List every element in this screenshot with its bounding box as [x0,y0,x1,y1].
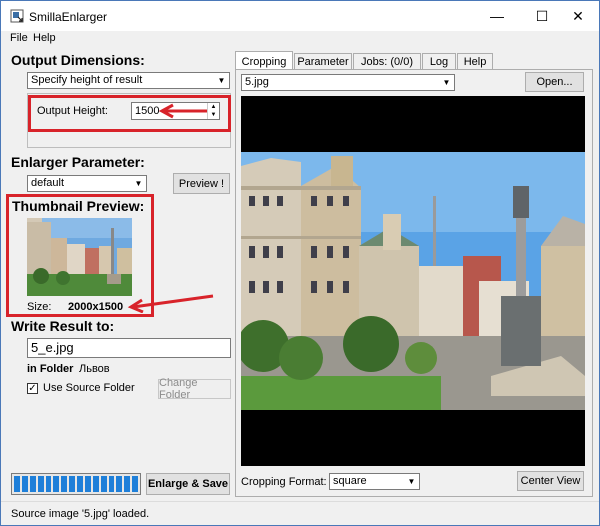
progress-bar [11,473,141,495]
in-folder-label: in Folder [27,363,74,375]
output-mode-value: Specify height of result [31,74,143,86]
tab-parameter[interactable]: Parameter [294,53,352,70]
chevron-down-icon: ▼ [407,477,416,486]
tab-log[interactable]: Log [422,53,456,70]
change-folder-button[interactable]: Change Folder [158,377,231,401]
write-result-title: Write Result to: [11,318,115,334]
chevron-down-icon: ▼ [134,179,143,188]
red-arrow-icon [127,294,214,313]
output-dimensions-title: Output Dimensions: [11,52,145,68]
enlarger-preset-select[interactable]: default ▼ [27,175,147,192]
cropping-format-label: Cropping Format: [241,476,327,488]
use-source-folder-label: Use Source Folder [43,382,135,394]
thumbnail-size-value: 2000x1500 [68,301,124,313]
cropping-format-value: square [333,475,367,487]
tab-help[interactable]: Help [457,53,493,70]
close-button[interactable]: ✕ [556,1,600,31]
output-filename-field[interactable]: 5_e.jpg [27,338,231,358]
use-source-folder-checkbox[interactable]: ✓ [27,383,38,394]
output-mode-select[interactable]: Specify height of result ▼ [27,72,230,89]
output-height-value: 1500 [135,105,160,117]
tab-jobs[interactable]: Jobs: (0/0) [353,53,421,70]
chevron-down-icon: ▼ [442,78,451,87]
window-title: SmillaEnlarger [29,10,108,24]
tab-cropping[interactable]: Cropping [235,51,293,71]
menu-file[interactable]: File [10,32,28,44]
image-viewer[interactable] [241,96,585,466]
thumbnail-preview-title: Thumbnail Preview: [12,198,145,214]
preview-button[interactable]: Preview ! [173,173,230,194]
output-filename-value: 5_e.jpg [31,340,74,355]
status-bar: Source image '5.jpg' loaded. [1,501,599,525]
center-view-button[interactable]: Center View [517,471,584,491]
enlarger-preset-value: default [31,177,65,189]
source-image-select[interactable]: 5.jpg ▼ [241,74,455,91]
thumbnail-size-label: Size: [27,301,52,313]
enlarge-save-button[interactable]: Enlarge & Save [146,473,230,495]
folder-name: Львов [79,363,110,375]
source-image-value: 5.jpg [245,76,269,88]
app-window: SmillaEnlarger — ☐ ✕ File Help Output Di… [0,0,600,526]
status-message: Source image '5.jpg' loaded. [11,508,150,520]
chevron-down-icon: ▼ [217,76,226,85]
thumbnail-image [27,218,132,296]
source-image [241,96,585,466]
menu-help[interactable]: Help [33,32,56,44]
open-button[interactable]: Open... [525,72,584,92]
menu-bar: File Help [1,31,599,47]
app-icon [10,9,24,23]
enlarger-parameter-title: Enlarger Parameter: [11,154,145,170]
output-height-label: Output Height: [37,105,108,117]
red-arrow-icon [159,103,207,119]
minimize-button[interactable]: — [475,1,519,31]
cropping-format-select[interactable]: square ▼ [329,473,420,490]
title-bar[interactable]: SmillaEnlarger — ☐ ✕ [1,1,599,31]
